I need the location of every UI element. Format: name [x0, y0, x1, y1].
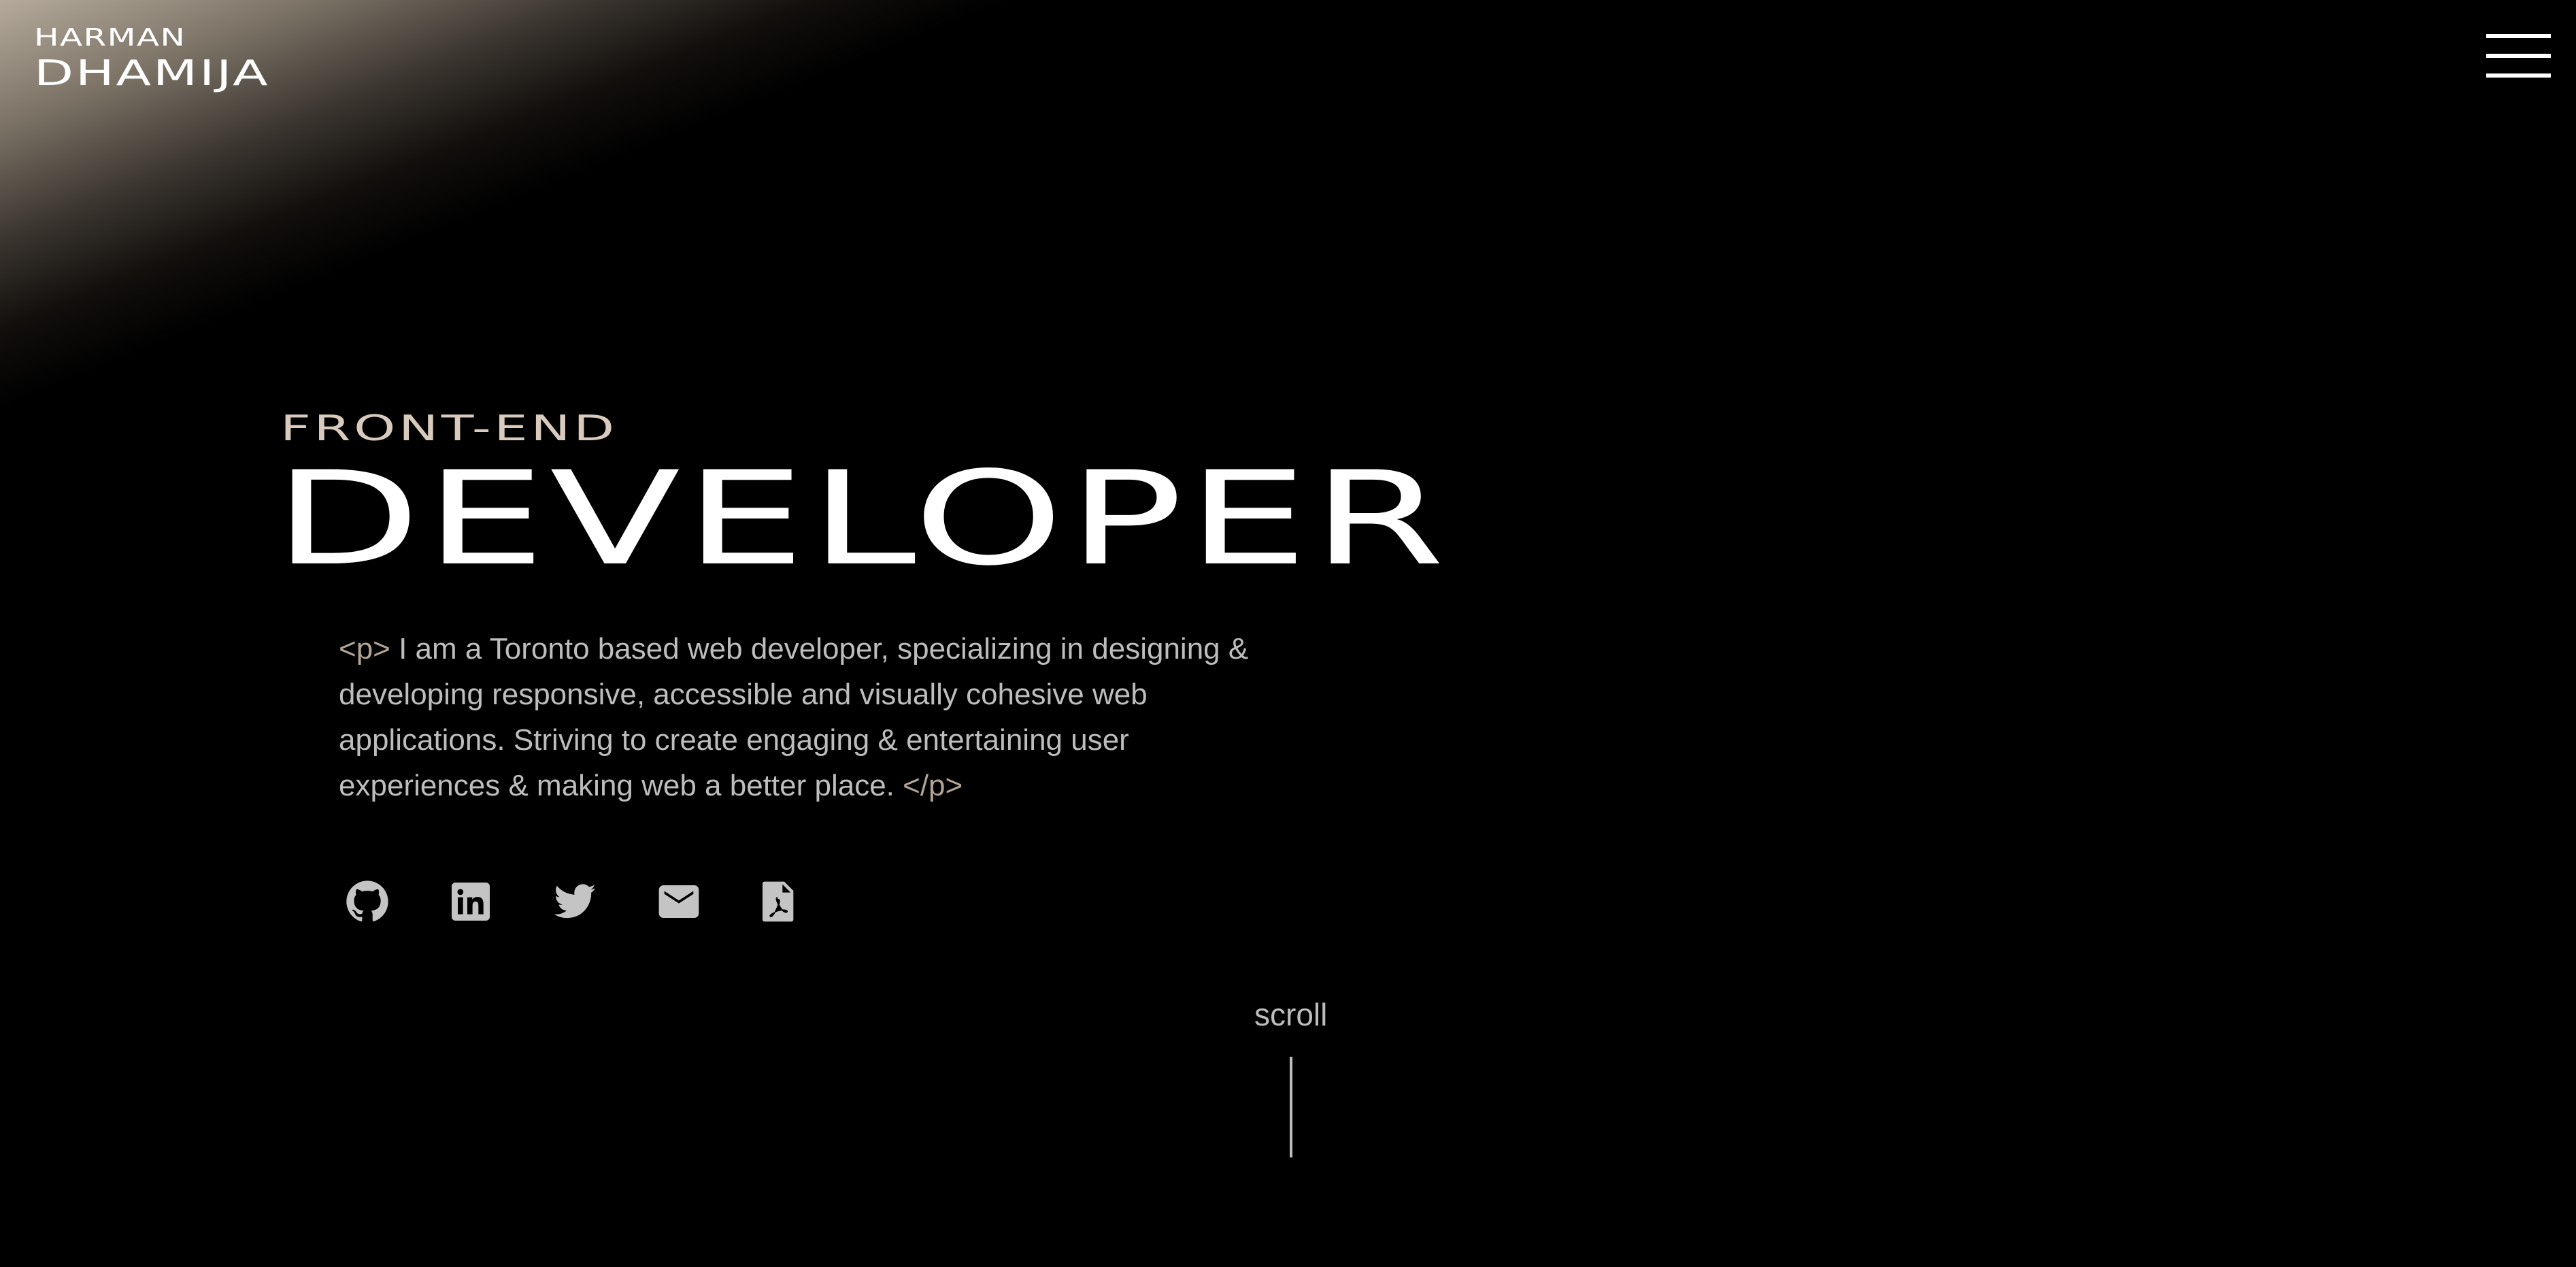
email-link[interactable] [655, 878, 703, 925]
hamburger-menu-icon[interactable] [2486, 33, 2551, 82]
hero-subtitle: FRONT-END [280, 408, 618, 449]
email-icon [658, 885, 699, 918]
github-link[interactable] [344, 878, 391, 925]
twitter-link[interactable] [551, 878, 599, 925]
menu-bar [2486, 73, 2551, 78]
hero-title: DEVELOPER [273, 444, 1450, 594]
pdf-resume-icon [763, 881, 794, 922]
bio-text: I am a Toronto based web developer, spec… [339, 632, 1249, 802]
bio-close-tag: </p> [903, 769, 963, 802]
resume-link[interactable] [755, 878, 803, 925]
scroll-indicator-line [1290, 1057, 1292, 1157]
logo-first-name: HARMAN [34, 24, 186, 52]
logo-last-name: DHAMIJA [34, 53, 270, 94]
github-icon [346, 881, 388, 922]
scroll-indicator-label[interactable]: scroll [1254, 996, 1327, 1033]
hero-bio: <p> I am a Toronto based web developer, … [339, 626, 1250, 808]
twitter-icon [554, 884, 596, 919]
linkedin-link[interactable] [447, 878, 495, 925]
bio-open-tag: <p> [339, 632, 390, 665]
menu-bar [2486, 54, 2551, 58]
menu-bar [2486, 34, 2551, 38]
site-logo[interactable]: HARMAN DHAMIJA [34, 26, 268, 92]
linkedin-icon [452, 883, 490, 921]
